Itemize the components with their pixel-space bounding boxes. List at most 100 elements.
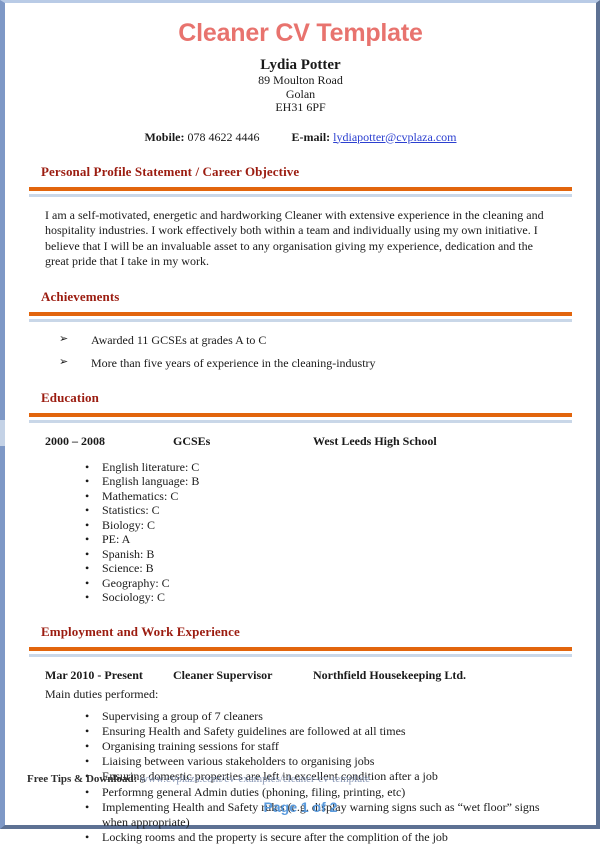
section-heading-education: Education: [41, 390, 574, 406]
address-line-1: 89 Moulton Road: [27, 74, 574, 88]
list-item-text: Biology: C: [102, 518, 155, 532]
list-item: • English literature: C: [83, 460, 558, 475]
dot-bullet-icon: •: [85, 830, 89, 845]
list-item-text: English literature: C: [102, 460, 199, 474]
arrow-bullet-icon: ➢: [59, 332, 68, 347]
list-item: ➢ More than five years of experience in …: [59, 356, 558, 371]
arrow-bullet-icon: ➢: [59, 355, 68, 370]
list-item: • Liaising between various stakeholders t…: [83, 754, 558, 769]
dot-bullet-icon: •: [85, 739, 89, 754]
dot-bullet-icon: •: [85, 576, 89, 591]
divider-orange-bar: [29, 312, 572, 316]
list-item-text: Locking rooms and the property is secure…: [102, 830, 448, 844]
duties-label: Main duties performed:: [45, 687, 558, 702]
list-item: • Statistics: C: [83, 503, 558, 518]
section-divider-employment: [27, 647, 574, 657]
section-divider-achievements: [27, 312, 574, 322]
list-item-text: Liaising between various stakeholders to…: [102, 754, 374, 768]
footer-tip-label: Free Tips & Download:: [27, 773, 137, 785]
page-number: Page 1 of 2: [5, 799, 596, 815]
dot-bullet-icon: •: [85, 518, 89, 533]
dot-bullet-icon: •: [85, 785, 89, 800]
list-item-text: English language: B: [102, 474, 199, 488]
employment-body: Mar 2010 - Present Cleaner Supervisor No…: [27, 668, 574, 845]
list-item: • Performng general Admin duties (phoning…: [83, 785, 558, 800]
education-subjects-wrap: • English literature: C • English language…: [45, 460, 558, 605]
divider-orange-bar: [29, 413, 572, 417]
dot-bullet-icon: •: [85, 503, 89, 518]
list-item-text: Science: B: [102, 561, 154, 575]
list-item-text: PE: A: [102, 532, 130, 546]
list-item-text: Supervising a group of 7 cleaners: [102, 709, 263, 723]
list-item: • Locking rooms and the property is secur…: [83, 830, 558, 845]
list-item-text: Mathematics: C: [102, 489, 178, 503]
contact-row: Mobile: 078 4622 4446 E-mail: lydiapotte…: [27, 130, 574, 145]
mobile-value: 078 4622 4446: [187, 130, 259, 144]
dot-bullet-icon: •: [85, 474, 89, 489]
address-line-3: EH31 6PF: [27, 101, 574, 115]
dot-bullet-icon: •: [85, 561, 89, 576]
section-personal-profile: Personal Profile Statement / Career Obje…: [27, 164, 574, 270]
divider-blue-bar: [29, 319, 572, 322]
dot-bullet-icon: •: [85, 532, 89, 547]
divider-blue-bar: [29, 194, 572, 197]
employment-employer: Northfield Housekeeping Ltd.: [313, 668, 558, 683]
education-body: 2000 – 2008 GCSEs West Leeds High School…: [27, 434, 574, 605]
achievements-body: ➢ Awarded 11 GCSEs at grades A to C ➢ Mo…: [27, 333, 574, 371]
education-entry-row: 2000 – 2008 GCSEs West Leeds High School: [45, 434, 558, 449]
divider-blue-bar: [29, 420, 572, 423]
profile-body: I am a self-motivated, energetic and har…: [27, 208, 574, 270]
profile-paragraph: I am a self-motivated, energetic and har…: [45, 208, 558, 270]
education-institution: West Leeds High School: [313, 434, 558, 449]
divider-orange-bar: [29, 187, 572, 191]
section-achievements: Achievements ➢ Awarded 11 GCSEs at grade…: [27, 289, 574, 371]
email-label: E-mail:: [291, 130, 330, 144]
list-item-text: Ensuring Health and Safety guidelines ar…: [102, 724, 406, 738]
list-item-text: Awarded 11 GCSEs at grades A to C: [91, 333, 266, 347]
list-item: • Sociology: C: [83, 590, 558, 605]
list-item-text: Geography: C: [102, 576, 170, 590]
list-item: • Supervising a group of 7 cleaners: [83, 709, 558, 724]
list-item: • Spanish: B: [83, 547, 558, 562]
list-item: • Biology: C: [83, 518, 558, 533]
cv-document-page: Cleaner CV Template Lydia Potter 89 Moul…: [0, 0, 600, 829]
section-education: Education 2000 – 2008 GCSEs West Leeds H…: [27, 390, 574, 605]
achievements-list: ➢ Awarded 11 GCSEs at grades A to C ➢ Mo…: [45, 333, 558, 371]
divider-orange-bar: [29, 647, 572, 651]
dot-bullet-icon: •: [85, 489, 89, 504]
list-item: • Mathematics: C: [83, 489, 558, 504]
cv-content: Cleaner CV Template Lydia Potter 89 Moul…: [5, 3, 596, 825]
employment-entry-row: Mar 2010 - Present Cleaner Supervisor No…: [45, 668, 558, 683]
section-divider-profile: [27, 187, 574, 197]
address-line-2: Golan: [27, 88, 574, 102]
footer-tip: Free Tips & Download: www.cvplaza.com/cv…: [27, 773, 370, 785]
education-qualification: GCSEs: [173, 434, 313, 449]
section-divider-education: [27, 413, 574, 423]
list-item-text: Performng general Admin duties (phoning,…: [102, 785, 405, 799]
section-heading-achievements: Achievements: [41, 289, 574, 305]
list-item: • Ensuring Health and Safety guidelines a…: [83, 724, 558, 739]
divider-blue-bar: [29, 654, 572, 657]
list-item: • Science: B: [83, 561, 558, 576]
section-heading-profile: Personal Profile Statement / Career Obje…: [41, 164, 574, 180]
page-title: Cleaner CV Template: [27, 3, 574, 48]
list-item: • PE: A: [83, 532, 558, 547]
dot-bullet-icon: •: [85, 547, 89, 562]
footer-tip-url[interactable]: www.cvplaza.com/cv-examples/cleaner-cv-t…: [140, 773, 370, 785]
dot-bullet-icon: •: [85, 754, 89, 769]
list-item: • English language: B: [83, 474, 558, 489]
dot-bullet-icon: •: [85, 590, 89, 605]
list-item-text: Sociology: C: [102, 590, 165, 604]
dot-bullet-icon: •: [85, 724, 89, 739]
list-item: •Organising training sessions for staff: [83, 739, 558, 754]
list-item: ➢ Awarded 11 GCSEs at grades A to C: [59, 333, 558, 348]
employment-role: Cleaner Supervisor: [173, 668, 313, 683]
list-item-text: Statistics: C: [102, 503, 160, 517]
list-item-text: Spanish: B: [102, 547, 154, 561]
email-link[interactable]: lydiapotter@cvplaza.com: [333, 130, 456, 144]
section-heading-employment: Employment and Work Experience: [41, 624, 574, 640]
dot-bullet-icon: •: [85, 709, 89, 724]
education-subject-list: • English literature: C • English language…: [45, 460, 558, 605]
candidate-name: Lydia Potter: [27, 57, 574, 74]
dot-bullet-icon: •: [85, 460, 89, 475]
